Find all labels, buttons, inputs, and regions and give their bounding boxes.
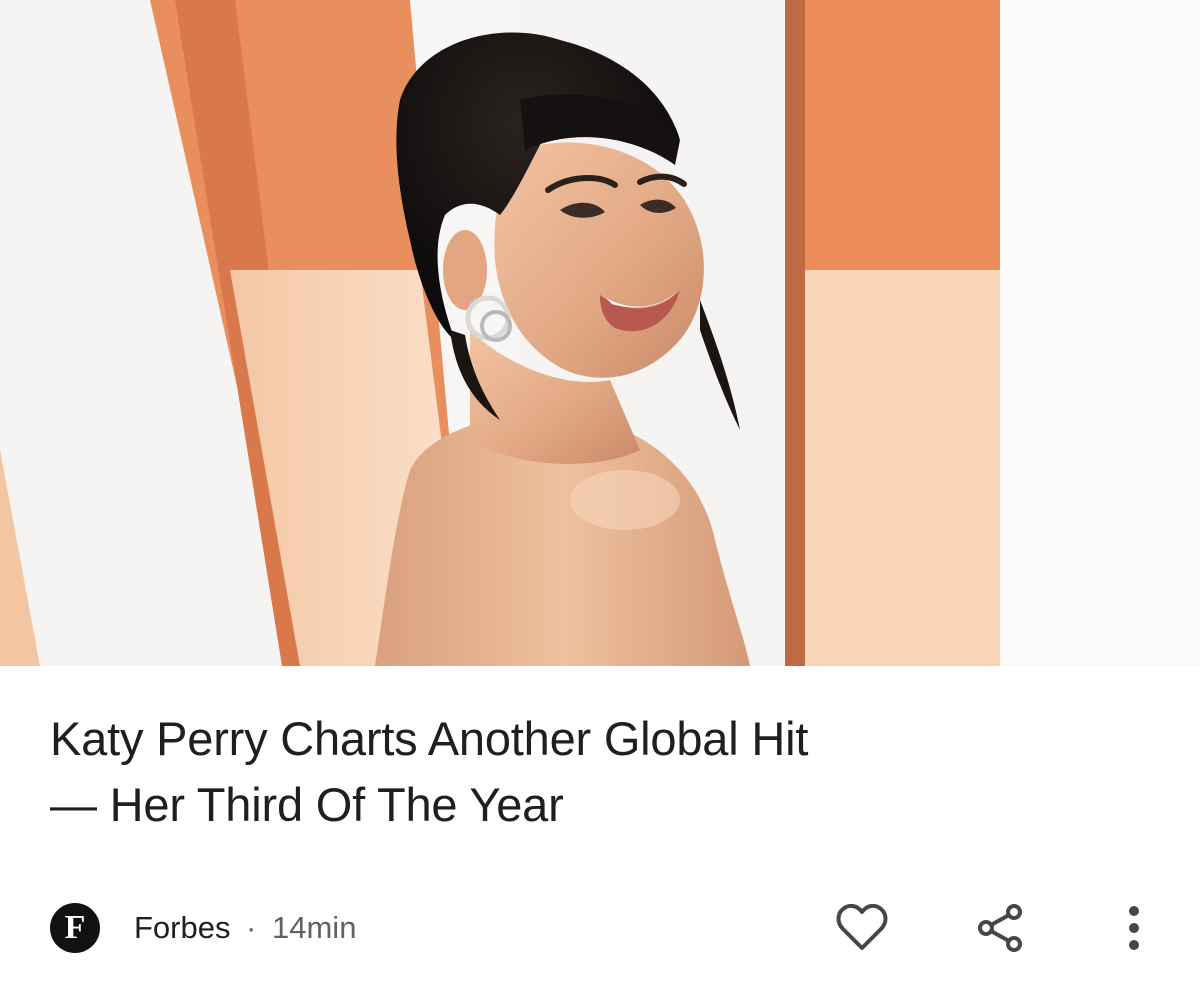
meta-separator: · bbox=[246, 910, 257, 945]
article-meta: F Forbes · 14min bbox=[50, 898, 1160, 958]
more-vertical-icon bbox=[1129, 906, 1139, 950]
article-image[interactable] bbox=[0, 0, 1200, 666]
share-button[interactable] bbox=[970, 898, 1030, 958]
more-options-button[interactable] bbox=[1104, 898, 1164, 958]
headline-line-1: Katy Perry Charts Another Global Hit bbox=[50, 712, 809, 765]
article-photo bbox=[0, 0, 1200, 666]
share-icon bbox=[978, 904, 1022, 952]
source-name[interactable]: Forbes bbox=[134, 910, 230, 946]
news-card[interactable]: Katy Perry Charts Another Global Hit — H… bbox=[0, 0, 1200, 988]
heart-icon bbox=[836, 903, 888, 950]
forbes-logo-icon[interactable]: F bbox=[50, 903, 100, 953]
headline-line-2: — Her Third Of The Year bbox=[50, 778, 564, 831]
like-button[interactable] bbox=[832, 898, 892, 958]
published-time: 14min bbox=[272, 910, 357, 945]
article-headline[interactable]: Katy Perry Charts Another Global Hit — H… bbox=[50, 706, 1150, 838]
